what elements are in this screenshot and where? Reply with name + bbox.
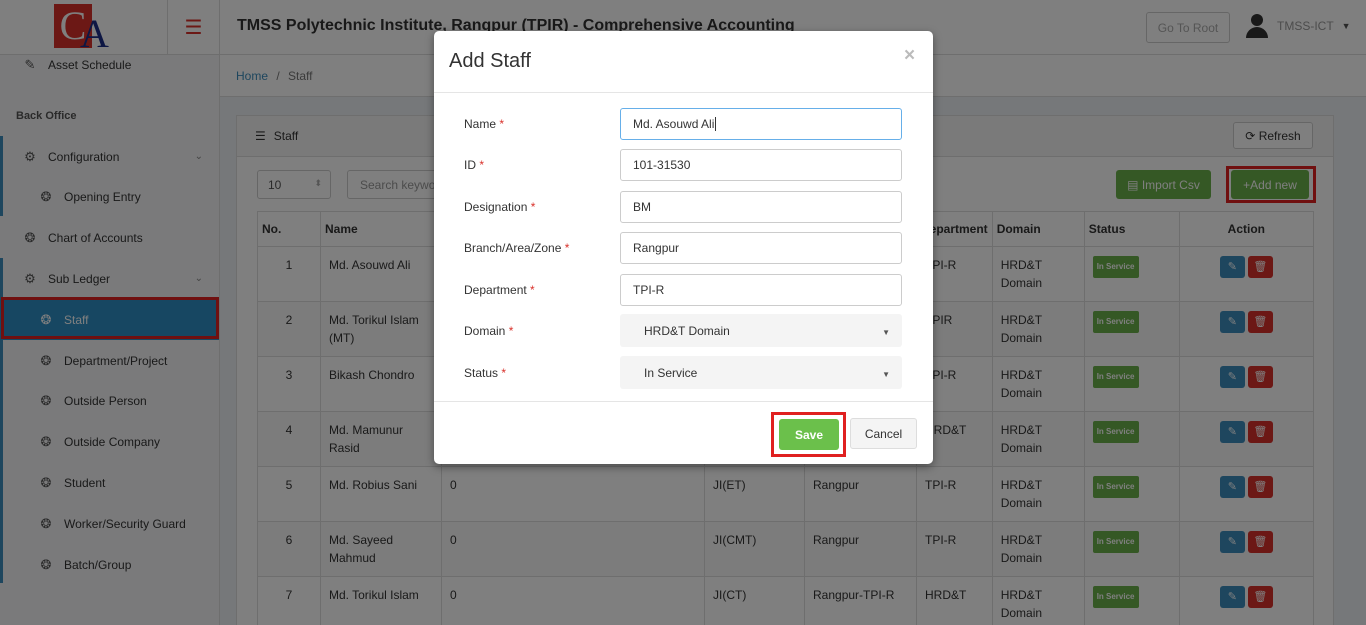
highlight-save-frame xyxy=(771,412,846,457)
form-row-department: Department * TPI-R xyxy=(434,274,933,306)
designation-label: Designation * xyxy=(464,200,536,214)
domain-select[interactable]: HRD&T Domain ▼ xyxy=(620,314,902,347)
status-select[interactable]: In Service ▼ xyxy=(620,356,902,389)
status-label: Status * xyxy=(464,366,507,380)
form-row-status: Status * In Service ▼ xyxy=(434,356,933,389)
modal-footer: Save Cancel xyxy=(434,401,933,464)
dropdown-arrow-icon: ▼ xyxy=(882,328,890,337)
id-label: ID * xyxy=(464,158,485,172)
add-staff-modal: Add Staff × Name * Md. Asouwd Ali ID * 1… xyxy=(434,31,933,464)
form-row-name: Name * Md. Asouwd Ali xyxy=(434,108,933,140)
modal-header: Add Staff × xyxy=(434,31,933,93)
close-icon[interactable]: × xyxy=(904,45,915,67)
name-field[interactable]: Md. Asouwd Ali xyxy=(620,108,902,140)
id-field[interactable]: 101-31530 xyxy=(620,149,902,181)
cancel-button[interactable]: Cancel xyxy=(850,418,917,449)
dropdown-arrow-icon: ▼ xyxy=(882,370,890,379)
branch-field[interactable]: Rangpur xyxy=(620,232,902,264)
form-row-domain: Domain * HRD&T Domain ▼ xyxy=(434,314,933,347)
department-field[interactable]: TPI-R xyxy=(620,274,902,306)
form-row-designation: Designation * BM xyxy=(434,191,933,223)
designation-field[interactable]: BM xyxy=(620,191,902,223)
text-cursor xyxy=(715,117,717,131)
name-label: Name * xyxy=(464,117,505,131)
modal-title: Add Staff xyxy=(449,50,531,72)
domain-label: Domain * xyxy=(464,324,514,338)
form-row-branch: Branch/Area/Zone * Rangpur xyxy=(434,232,933,264)
department-label: Department * xyxy=(464,283,535,297)
form-row-id: ID * 101-31530 xyxy=(434,149,933,181)
branch-label: Branch/Area/Zone * xyxy=(464,241,570,255)
